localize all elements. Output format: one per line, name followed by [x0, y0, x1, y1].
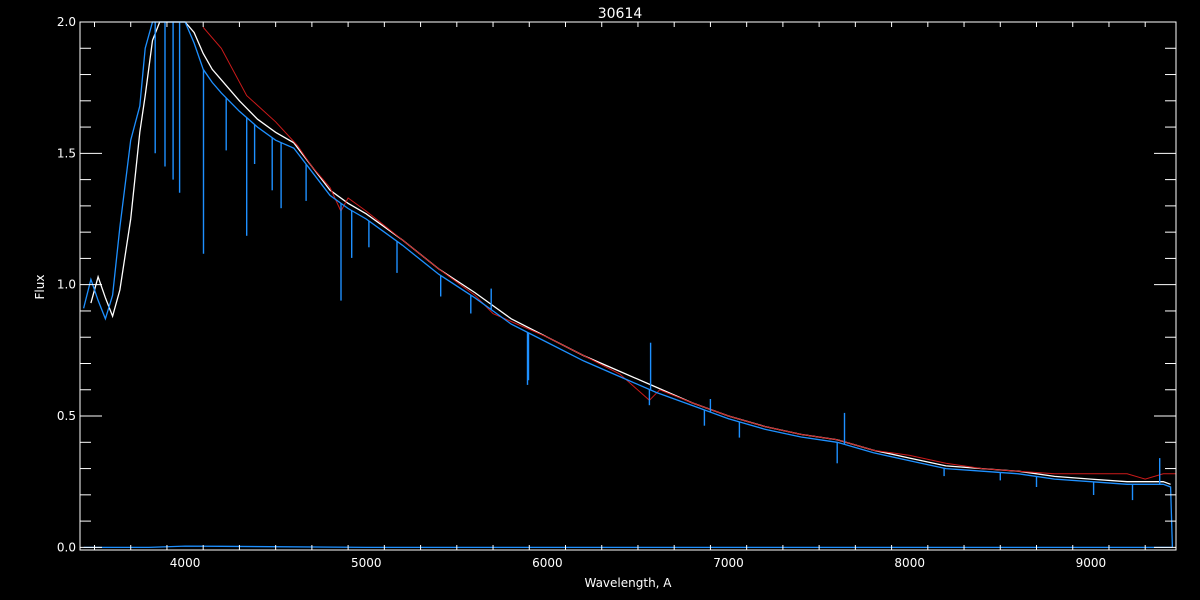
x-tick-label: 5000: [351, 556, 382, 570]
spectrum-chart: 30614 4000 5000 6000 7000 8000 9000 0.0 0.5 1.0 1…: [0, 0, 1200, 600]
x-tick-label: 8000: [894, 556, 925, 570]
y-tick-label: 0.0: [57, 540, 76, 554]
y-tick-label: 0.5: [57, 409, 76, 423]
y-tick-label: 1.5: [57, 146, 76, 160]
x-tick-label: 6000: [532, 556, 563, 570]
x-tick-label: 4000: [170, 556, 201, 570]
y-tick-label: 1.0: [57, 278, 76, 292]
x-axis-label: Wavelength, A: [584, 576, 672, 590]
y-axis-label: Flux: [33, 275, 47, 300]
x-tick-label: 7000: [713, 556, 744, 570]
y-tick-label: 2.0: [57, 15, 76, 29]
x-tick-label: 9000: [1076, 556, 1107, 570]
chart-title: 30614: [598, 6, 643, 22]
